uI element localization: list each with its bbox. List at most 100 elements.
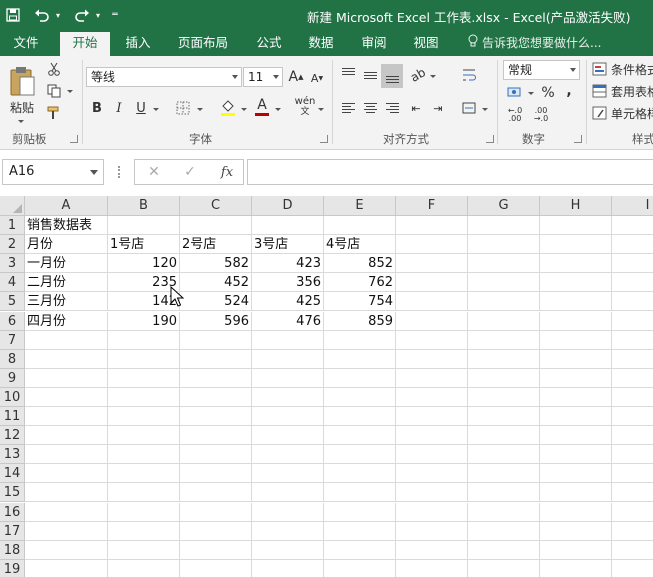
cell[interactable]: [252, 521, 324, 541]
worksheet-grid[interactable]: ABCDEFGHI 1 2 3 4 5 6 7 8 9 10 11 12 13 14 15 16 17 18 19 …: [0, 196, 653, 577]
month-cell[interactable]: 二月份: [25, 273, 108, 293]
row-header-19[interactable]: 19: [0, 559, 25, 577]
number-format-select[interactable]: 常规: [503, 60, 580, 80]
cell[interactable]: [324, 330, 396, 350]
cell[interactable]: [25, 502, 108, 522]
font-color-dropdown-icon[interactable]: [275, 108, 281, 111]
accounting-dropdown-icon[interactable]: [528, 92, 534, 95]
comma-button[interactable]: ,: [563, 82, 575, 100]
cell[interactable]: [108, 216, 180, 235]
cell[interactable]: [612, 388, 653, 407]
header-cell[interactable]: 4号店: [324, 235, 396, 255]
cell[interactable]: [540, 368, 612, 388]
row-header-17[interactable]: 17: [0, 521, 25, 541]
cell[interactable]: [108, 349, 180, 369]
cell[interactable]: [25, 407, 108, 426]
undo-dropdown-icon[interactable]: ▾: [53, 0, 63, 30]
tab-review[interactable]: 审阅: [353, 30, 395, 56]
grow-font-button[interactable]: A ▲: [288, 67, 304, 87]
cell[interactable]: [180, 559, 252, 577]
cell[interactable]: [468, 483, 540, 503]
cell[interactable]: [396, 368, 468, 388]
value-cell[interactable]: 754: [324, 292, 396, 312]
column-header-b[interactable]: B: [108, 196, 180, 216]
cell[interactable]: [180, 483, 252, 503]
cell[interactable]: [540, 387, 612, 407]
cell[interactable]: [180, 387, 252, 407]
cell[interactable]: [180, 330, 252, 350]
cell[interactable]: [540, 502, 612, 522]
tab-data[interactable]: 数据: [300, 30, 342, 56]
cell[interactable]: [468, 540, 540, 560]
cell[interactable]: [108, 540, 180, 560]
cell[interactable]: [108, 559, 180, 577]
cell[interactable]: [108, 330, 180, 350]
cell[interactable]: [612, 483, 653, 503]
header-cell[interactable]: 月份: [25, 235, 108, 255]
cell[interactable]: [108, 521, 180, 541]
cancel-icon[interactable]: ✕: [143, 162, 165, 182]
tab-view[interactable]: 视图: [405, 30, 447, 56]
cell[interactable]: [180, 540, 252, 560]
cell[interactable]: [468, 254, 540, 274]
cell[interactable]: [324, 407, 396, 426]
cell[interactable]: [612, 541, 653, 560]
cell[interactable]: [324, 445, 396, 465]
row-header-9[interactable]: 9: [0, 368, 25, 388]
value-cell[interactable]: 425: [252, 292, 324, 312]
cell[interactable]: [252, 368, 324, 388]
row-header-16[interactable]: 16: [0, 502, 25, 522]
cell[interactable]: [324, 387, 396, 407]
cell[interactable]: [324, 349, 396, 369]
clipboard-launcher-icon[interactable]: [70, 135, 78, 143]
redo-icon[interactable]: [70, 0, 94, 30]
align-middle-icon[interactable]: [362, 66, 378, 84]
decrease-indent-icon[interactable]: ⇤: [407, 99, 425, 117]
tab-page-layout[interactable]: 页面布局: [170, 30, 236, 56]
increase-indent-icon[interactable]: ⇥: [429, 99, 447, 117]
orientation-icon[interactable]: ab: [406, 63, 431, 88]
row-header-11[interactable]: 11: [0, 407, 25, 426]
cell[interactable]: [396, 273, 468, 293]
column-header-h[interactable]: H: [540, 196, 612, 216]
cell[interactable]: [540, 426, 612, 446]
cell[interactable]: [25, 387, 108, 407]
cell[interactable]: [396, 445, 468, 465]
redo-dropdown-icon[interactable]: ▾: [93, 0, 103, 30]
cell[interactable]: [108, 387, 180, 407]
cell[interactable]: [396, 330, 468, 350]
cell[interactable]: [324, 464, 396, 484]
cell[interactable]: [468, 216, 540, 235]
cell[interactable]: [25, 464, 108, 484]
underline-button[interactable]: U: [133, 98, 149, 118]
cell[interactable]: [396, 292, 468, 312]
cell[interactable]: [25, 368, 108, 388]
value-cell[interactable]: 859: [324, 311, 396, 331]
column-header-g[interactable]: G: [468, 196, 540, 216]
cell[interactable]: [612, 273, 653, 293]
merge-center-icon[interactable]: [460, 99, 478, 117]
cell[interactable]: [468, 330, 540, 350]
value-cell[interactable]: 120: [108, 254, 180, 274]
cell[interactable]: [108, 445, 180, 465]
cell[interactable]: [540, 407, 612, 426]
cell[interactable]: [324, 368, 396, 388]
cell[interactable]: [540, 235, 612, 255]
cell[interactable]: [612, 407, 653, 426]
cell[interactable]: [612, 216, 653, 235]
cell[interactable]: [612, 312, 653, 331]
cell[interactable]: [252, 407, 324, 426]
row-header-14[interactable]: 14: [0, 464, 25, 484]
cell[interactable]: [396, 216, 468, 235]
fill-color-dropdown-icon[interactable]: [241, 108, 247, 111]
cell[interactable]: [396, 254, 468, 274]
cell[interactable]: [180, 368, 252, 388]
cell[interactable]: [180, 464, 252, 484]
format-painter-icon[interactable]: [44, 104, 64, 122]
cell[interactable]: [540, 521, 612, 541]
cell[interactable]: [396, 407, 468, 426]
column-header-e[interactable]: E: [324, 196, 396, 216]
cell[interactable]: [396, 235, 468, 255]
cell[interactable]: [468, 559, 540, 577]
cell[interactable]: [468, 292, 540, 312]
